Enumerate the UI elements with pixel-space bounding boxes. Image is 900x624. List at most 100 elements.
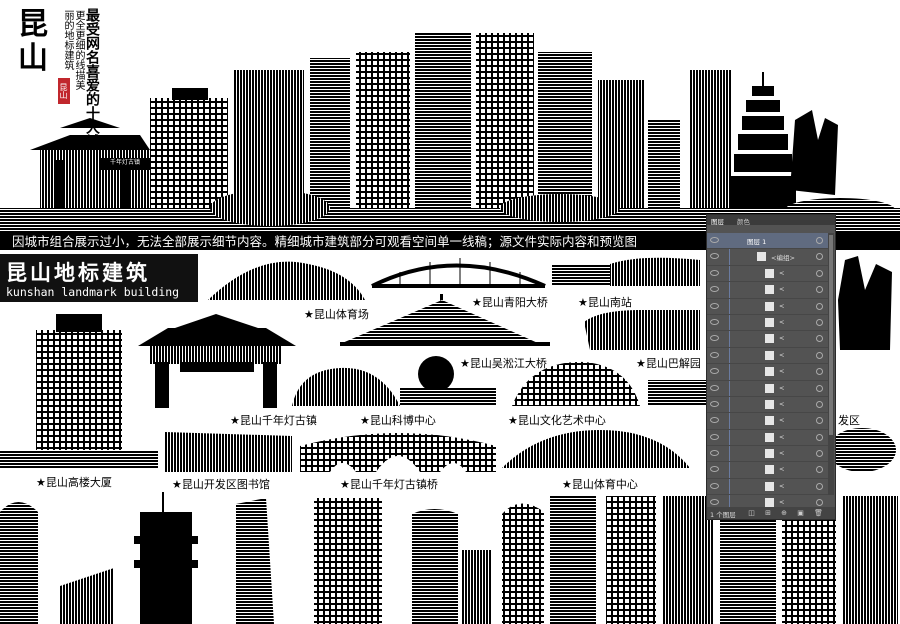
target-circle-icon[interactable] <box>816 417 823 425</box>
layer-thumbnail <box>765 350 774 360</box>
target-circle-icon[interactable] <box>816 384 823 392</box>
layer-row[interactable]: < <box>707 478 829 496</box>
layers-scrollbar[interactable] <box>828 233 834 495</box>
indent-line <box>729 446 730 462</box>
layer-item-name: < <box>779 367 785 376</box>
target-circle-icon[interactable] <box>816 302 823 310</box>
layer-item-name: < <box>779 383 785 392</box>
eye-icon[interactable] <box>710 499 719 506</box>
sports-center-drawing <box>502 430 690 468</box>
label-sports-center: ★昆山体育中心 <box>562 478 638 491</box>
eye-icon[interactable] <box>710 318 719 325</box>
layer-thumbnail <box>765 416 774 426</box>
layer-row[interactable]: < <box>707 462 829 479</box>
target-circle-icon[interactable] <box>816 237 823 244</box>
target-circle-icon[interactable] <box>816 286 823 294</box>
layer-row-group[interactable]: <编组> <box>707 249 829 266</box>
layer-thumbnail <box>765 481 774 491</box>
indent-line <box>729 347 730 364</box>
eye-icon[interactable] <box>710 253 719 260</box>
layer-row[interactable]: < <box>707 380 829 397</box>
indent-line <box>729 298 730 314</box>
layer-item-name: < <box>779 399 785 408</box>
target-circle-icon[interactable] <box>816 433 823 441</box>
target-circle-icon[interactable] <box>816 318 823 326</box>
eye-icon[interactable] <box>710 482 719 489</box>
target-circle-icon[interactable] <box>816 400 823 408</box>
target-circle-icon[interactable] <box>816 335 823 343</box>
layer-thumbnail <box>765 399 774 409</box>
lantern-town-gate-drawing <box>138 314 296 408</box>
layer-row[interactable]: < <box>707 347 829 365</box>
layer-thumbnail <box>765 383 774 393</box>
label-science-museum: ★昆山科博中心 <box>360 414 436 427</box>
old-town-bridge-drawing <box>300 433 496 472</box>
tab-layers[interactable]: 图层 <box>711 216 724 226</box>
library-drawing <box>165 432 292 472</box>
eye-icon[interactable] <box>710 286 719 293</box>
qingyang-bridge-drawing <box>371 258 546 288</box>
label-library: ★昆山开发区图书馆 <box>172 478 270 491</box>
layer-thumbnail <box>765 268 774 278</box>
target-circle-icon[interactable] <box>816 351 823 359</box>
target-circle-icon[interactable] <box>816 482 823 490</box>
target-circle-icon[interactable] <box>816 269 823 277</box>
layer-row[interactable]: < <box>707 331 829 348</box>
layer-thumbnail <box>765 301 774 311</box>
eye-icon[interactable] <box>710 351 719 358</box>
indent-line <box>729 396 730 413</box>
layer-count: 1 个图层 <box>710 511 736 519</box>
layer-item-name: < <box>779 481 785 490</box>
panel-action-icons[interactable]: ◫ ⊞ ⊕ ▣ 🗑 <box>748 509 827 517</box>
layer-item-name: < <box>779 334 785 343</box>
scroll-thumb[interactable] <box>829 235 833 435</box>
label-bridge-town: ★昆山千年灯古镇桥 <box>340 478 438 491</box>
label-south-station: ★昆山南站 <box>578 296 632 309</box>
eye-icon[interactable] <box>710 417 719 424</box>
eye-icon[interactable] <box>710 302 719 309</box>
eye-icon[interactable] <box>710 400 719 407</box>
layer-item-name: < <box>779 268 785 277</box>
target-circle-icon[interactable] <box>816 450 823 458</box>
tab-color[interactable]: 颜色 <box>737 216 750 226</box>
eye-icon[interactable] <box>710 450 719 457</box>
eye-icon[interactable] <box>710 433 719 440</box>
eye-icon[interactable] <box>710 384 719 391</box>
layer-item-name: < <box>779 285 785 294</box>
target-circle-icon[interactable] <box>816 499 823 507</box>
layers-list: 图层 1 <编组> < < < < < < < < < < < < < < < <box>707 233 829 512</box>
layer-thumbnail <box>765 317 774 327</box>
layer-row[interactable]: < <box>707 413 829 430</box>
label-lantern-town: ★昆山千年灯古镇 <box>230 414 317 427</box>
eye-icon[interactable] <box>710 237 719 243</box>
eye-icon[interactable] <box>710 368 719 375</box>
label-gaolou: ★昆山高楼大厦 <box>36 476 112 489</box>
layer-row[interactable]: < <box>707 314 829 332</box>
layer-row-top[interactable]: 图层 1 <box>707 233 829 250</box>
layer-row[interactable]: < <box>707 298 829 315</box>
target-circle-icon[interactable] <box>816 253 823 261</box>
target-circle-icon[interactable] <box>816 368 823 376</box>
layer-item-name: < <box>779 498 785 507</box>
layer-row[interactable]: < <box>707 265 829 283</box>
indent-line <box>729 249 730 265</box>
page-title: 昆山 <box>18 7 48 76</box>
label-bajie: ★昆山巴解园 <box>636 357 701 370</box>
layer-row[interactable]: < <box>707 282 829 299</box>
eye-icon[interactable] <box>710 269 719 276</box>
layer-item-name: < <box>779 432 785 441</box>
target-circle-icon[interactable] <box>816 466 823 474</box>
layer-item-name: < <box>779 465 785 474</box>
layer-row[interactable]: < <box>707 429 829 447</box>
layer-row[interactable]: < <box>707 364 829 381</box>
layer-thumbnail <box>765 334 774 344</box>
layer-thumbnail <box>765 449 774 459</box>
layer-item-name: < <box>779 301 785 310</box>
group-name: <编组> <box>771 254 795 263</box>
eye-icon[interactable] <box>710 466 719 473</box>
layer-row[interactable]: < <box>707 396 829 414</box>
eye-icon[interactable] <box>710 335 719 342</box>
layers-panel[interactable]: 图层 颜色 图层 1 <编组> < < < < < < < < < < < < < < < 1 个图层 ◫ … <box>706 214 836 520</box>
layer-row[interactable]: < <box>707 446 829 463</box>
label-wusong: ★昆山吴淞江大桥 <box>460 357 547 370</box>
